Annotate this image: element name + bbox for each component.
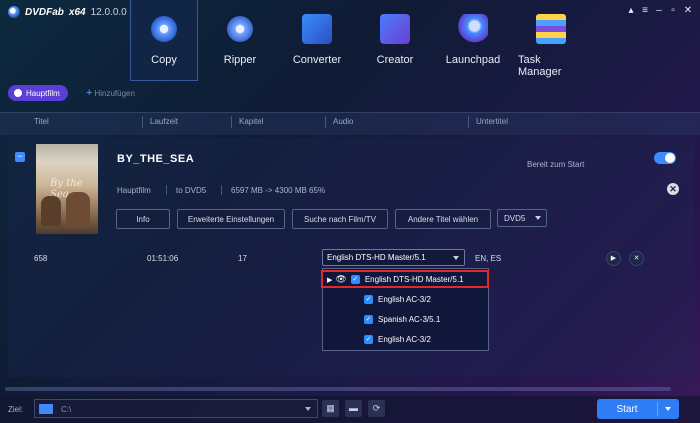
brand-name: DVDFab (25, 6, 64, 18)
item-title: BY_THE_SEA (117, 153, 195, 165)
module-label: Creator (376, 54, 414, 66)
dvdfab-logo-icon (8, 6, 20, 18)
enable-toggle[interactable] (654, 152, 676, 164)
col-chapter: Kapitel (239, 117, 264, 126)
collapse-button[interactable]: − (15, 152, 25, 162)
audio-track-label: English AC-3/2 (378, 335, 431, 344)
highlight-box (321, 270, 489, 288)
checkbox-icon[interactable]: ✓ (364, 295, 373, 304)
other-titles-button[interactable]: Andere Titel wählen (395, 209, 491, 229)
movie-poster: By the Sea (36, 144, 98, 234)
module-creator[interactable]: Creator (362, 0, 428, 80)
start-button[interactable]: Start (597, 399, 679, 419)
col-audio: Audio (333, 117, 354, 126)
plus-icon: + (86, 87, 93, 99)
arch-label: x64 (68, 6, 86, 18)
module-ripper[interactable]: Ripper (207, 0, 273, 80)
audio-track-item[interactable]: ✓ English AC-3/2 (323, 290, 488, 309)
status-text: Bereit zum Start (527, 160, 585, 169)
hauptfilm-icon (14, 89, 22, 97)
audio-track-item[interactable]: ✓ Spanish AC-3/5.1 (323, 310, 488, 329)
col-separator (468, 116, 469, 128)
module-task-manager[interactable]: Task Manager (518, 0, 584, 80)
meta-separator (221, 185, 222, 195)
title-runtime: 01:51:06 (147, 254, 179, 263)
chevron-down-icon (453, 256, 459, 260)
rocket-icon (458, 14, 488, 44)
audio-track-label: English AC-3/2 (378, 295, 431, 304)
converter-film-icon (302, 14, 332, 44)
module-label: Converter (292, 54, 342, 66)
module-copy[interactable]: Copy (130, 0, 198, 81)
destination-path-value: C:\ (61, 405, 72, 414)
menu-icon[interactable]: ≡ (638, 5, 652, 16)
app-logo: DVDFab x64 12.0.0.0 (8, 6, 127, 18)
title-id: 658 (34, 254, 48, 263)
remove-title-button[interactable]: ✕ (629, 251, 644, 266)
tab-label: Hauptfilm (26, 88, 60, 98)
refresh-icon[interactable]: ⟳ (368, 400, 385, 417)
copy-disc-icon (149, 14, 179, 44)
audio-track-label: Spanish AC-3/5.1 (378, 315, 441, 324)
chevron-down-icon[interactable] (665, 407, 671, 411)
advanced-settings-button[interactable]: Erweiterte Einstellungen (177, 209, 285, 229)
ripper-disc-icon (225, 14, 255, 44)
col-separator (142, 116, 143, 128)
close-icon[interactable]: ✕ (681, 5, 695, 16)
col-separator (231, 116, 232, 128)
col-subtitle: Untertitel (476, 117, 509, 126)
browse-folder-icon[interactable]: ▬ (345, 400, 362, 417)
toggle-knob (665, 153, 675, 163)
destination-label: Ziel: (8, 405, 24, 414)
add-label: Hinzufügen (94, 89, 135, 98)
audio-track-item[interactable]: ✓ English AC-3/2 (323, 330, 488, 349)
poster-figure (66, 192, 90, 228)
start-label: Start (616, 403, 638, 415)
col-separator (325, 116, 326, 128)
output-disc-select[interactable]: DVD5 (497, 209, 547, 227)
module-label: Ripper (223, 54, 257, 66)
module-label: Copy (151, 54, 177, 66)
checkbox-icon[interactable]: ✓ (364, 335, 373, 344)
meta-size: 6597 MB -> 4300 MB 65% (231, 186, 326, 195)
search-movie-button[interactable]: Suche nach Film/TV (292, 209, 388, 229)
maximize-icon[interactable]: ▫ (666, 5, 680, 16)
destination-path-input[interactable]: C:\ (34, 399, 318, 418)
module-converter[interactable]: Converter (284, 0, 350, 80)
checkbox-icon[interactable]: ✓ (364, 315, 373, 324)
task-list-icon (536, 14, 566, 44)
title-subtitles: EN, ES (475, 254, 502, 263)
play-preview-button[interactable]: ▶ (606, 251, 621, 266)
audio-select[interactable]: English DTS-HD Master/5.1 (322, 249, 465, 266)
chevron-down-icon[interactable] (305, 407, 311, 411)
module-label: Launchpad (445, 54, 501, 66)
start-separator (657, 402, 658, 416)
add-source-button[interactable]: + Hinzufügen (86, 87, 135, 99)
version-label: 12.0.0.0 (90, 6, 127, 18)
folder-icon (39, 404, 53, 414)
col-runtime: Laufzeit (150, 117, 179, 126)
tab-hauptfilm[interactable]: Hauptfilm (8, 85, 68, 101)
creator-film-icon (380, 14, 410, 44)
module-launchpad[interactable]: Launchpad (440, 0, 506, 80)
remove-item-button[interactable]: ✕ (667, 183, 679, 195)
meta-mode: Hauptfilm (117, 186, 151, 195)
meta-separator (166, 185, 167, 195)
audio-select-value: English DTS-HD Master/5.1 (327, 253, 426, 262)
module-label: Task Manager (518, 54, 562, 78)
poster-figure (41, 196, 61, 226)
iso-icon[interactable]: ▦ (322, 400, 339, 417)
horizontal-scrollbar[interactable] (5, 387, 671, 391)
info-button[interactable]: Info (116, 209, 170, 229)
pin-icon[interactable]: ▴ (624, 5, 638, 16)
meta-target: to DVD5 (176, 186, 207, 195)
chevron-down-icon (535, 216, 541, 220)
disc-select-value: DVD5 (504, 213, 526, 223)
col-title: Titel (34, 117, 49, 126)
minimize-icon[interactable]: – (652, 5, 666, 16)
title-chapters: 17 (238, 254, 247, 263)
